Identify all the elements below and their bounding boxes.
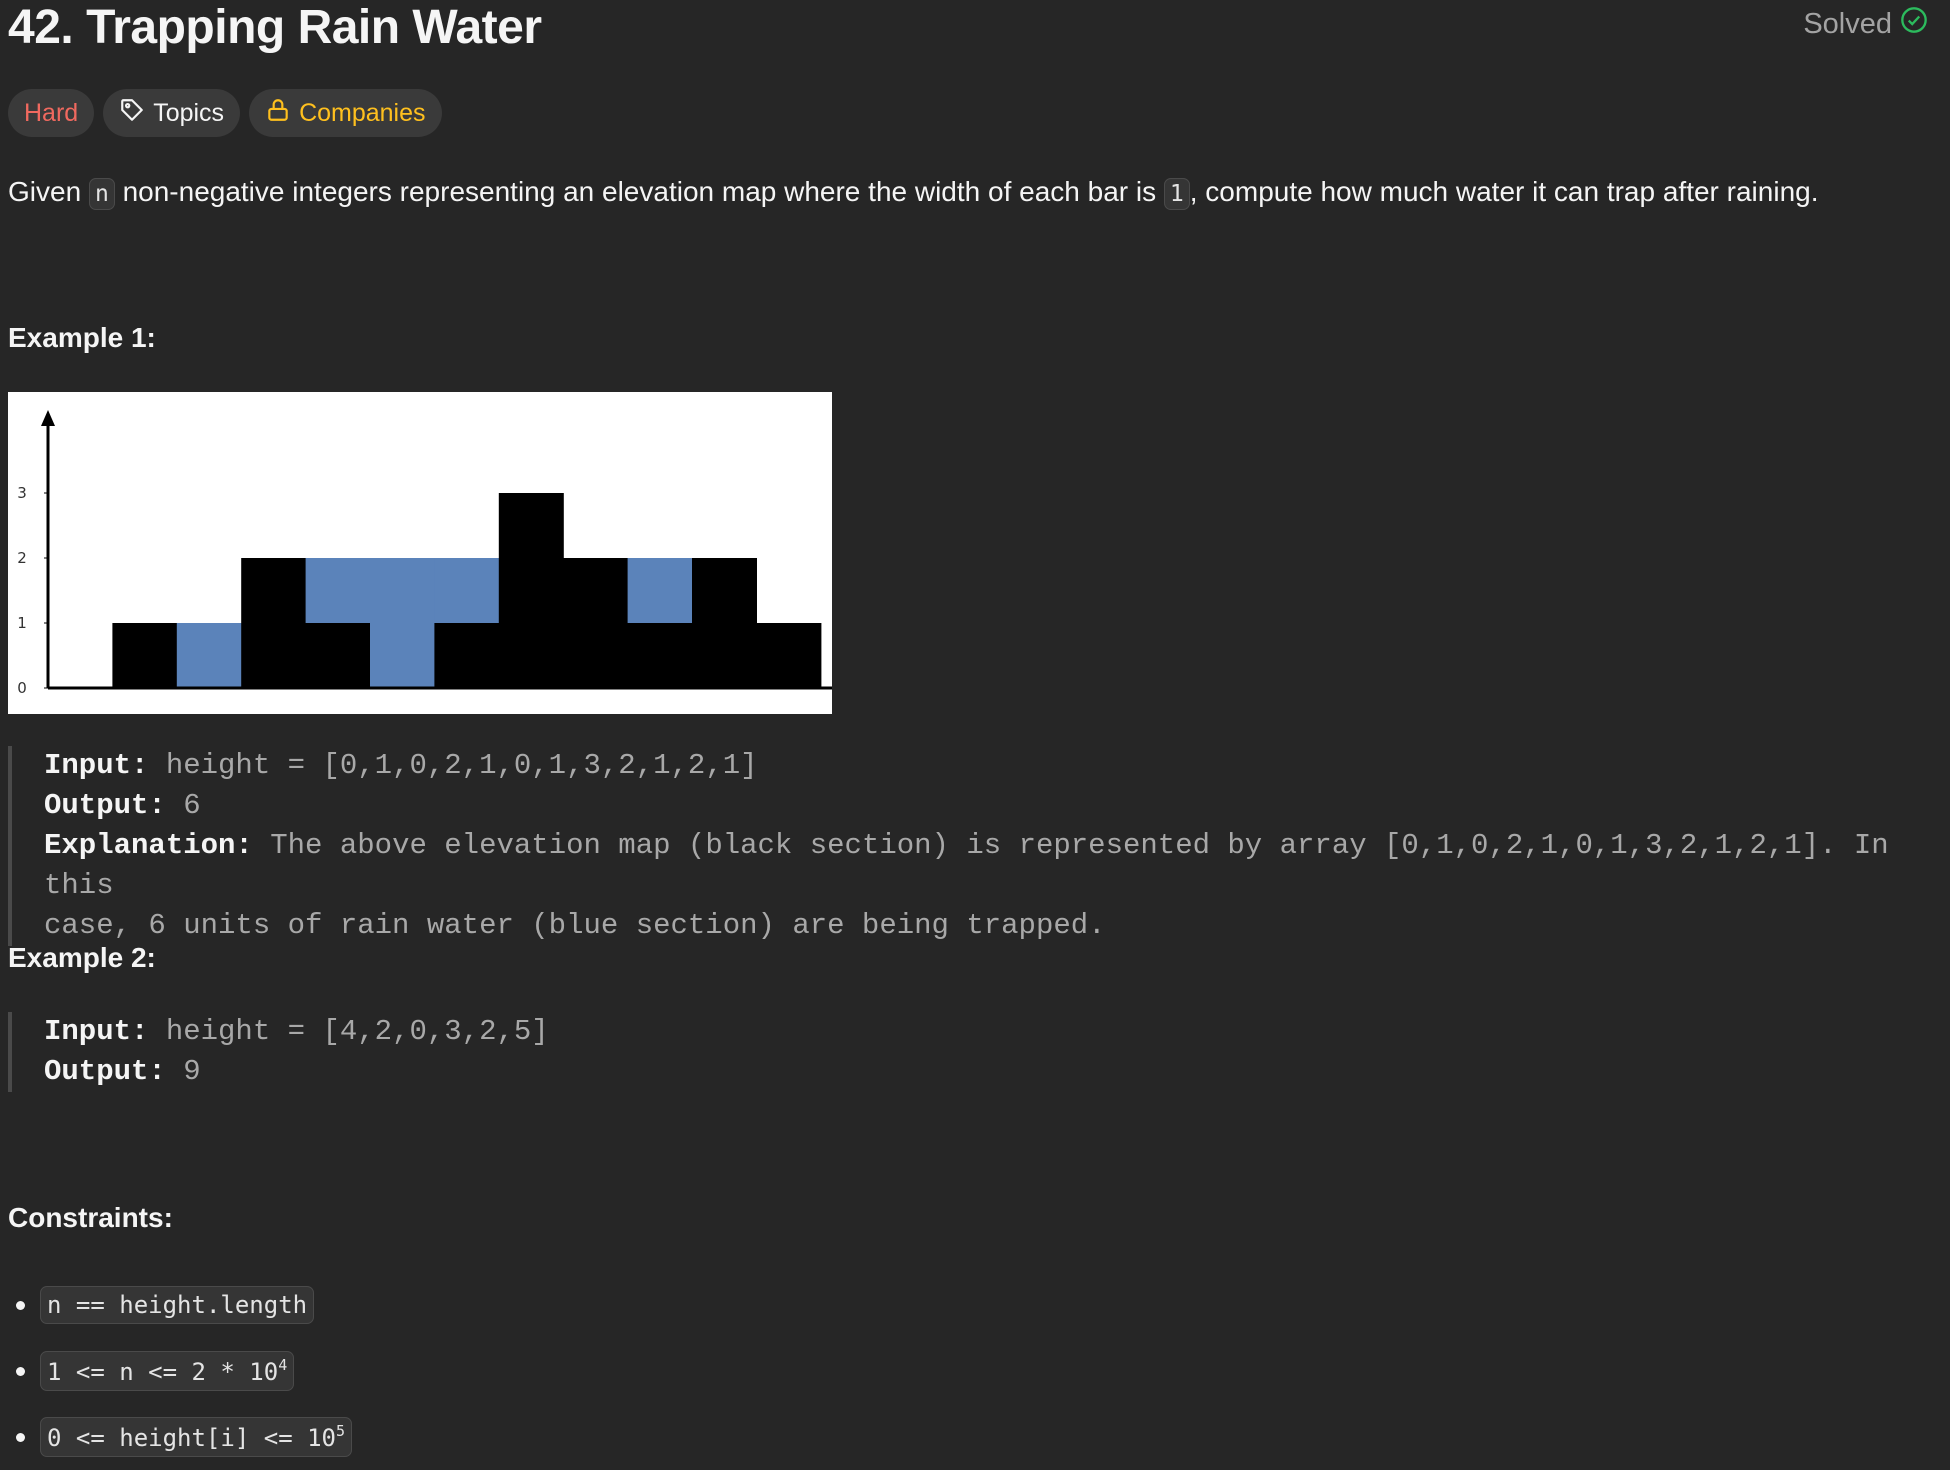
topics-button[interactable]: Topics	[103, 89, 241, 137]
desc-text-1: Given	[8, 176, 89, 207]
topics-label: Topics	[153, 98, 225, 127]
input-label: Input:	[44, 749, 149, 782]
input-label: Input:	[44, 1015, 149, 1048]
desc-text-2: non-negative integers representing an el…	[114, 176, 1164, 207]
elevation-bar	[756, 623, 822, 688]
elevation-bar	[627, 623, 693, 688]
constraint-1: n == height.length	[40, 1286, 315, 1324]
example-2-heading: Example 2:	[8, 942, 156, 973]
water-bar	[176, 623, 242, 688]
constraint-3-base: 0 <= height[i] <= 10	[47, 1424, 336, 1452]
constraints-list: n == height.length 1 <= n <= 2 * 104 0 <…	[8, 1272, 353, 1470]
inline-code-n: n	[88, 178, 115, 210]
desc-text-3: , compute how much water it can trap aft…	[1189, 176, 1819, 207]
elevation-bar	[692, 558, 757, 688]
example-1-output: Output: 6	[44, 786, 1938, 826]
inline-code-1: 1	[1163, 178, 1190, 210]
example-2-input: Input: height = [4,2,0,3,2,5]	[44, 1012, 808, 1052]
constraint-3: 0 <= height[i] <= 105	[40, 1417, 353, 1457]
output-label: Output:	[44, 789, 166, 822]
constraint-2-base: 1 <= n <= 2 * 10	[47, 1358, 279, 1386]
example-1-block: Input: height = [0,1,0,2,1,0,1,3,2,1,2,1…	[8, 746, 1938, 946]
difficulty-badge[interactable]: Hard	[8, 89, 95, 137]
constraint-item: 0 <= height[i] <= 105	[8, 1404, 353, 1470]
elevation-bar	[241, 558, 307, 688]
constraints-heading: Constraints:	[8, 1202, 173, 1233]
example-1-input: Input: height = [0,1,0,2,1,0,1,3,2,1,2,1…	[44, 746, 1938, 786]
example-1-explanation: Explanation: The above elevation map (bl…	[44, 826, 1938, 906]
solved-status: Solved	[1803, 6, 1928, 42]
companies-button[interactable]: Companies	[249, 89, 442, 137]
example-2-block: Input: height = [4,2,0,3,2,5] Output: 9	[8, 1012, 808, 1092]
example-1-explanation-cont: case, 6 units of rain water (blue sectio…	[44, 906, 1938, 946]
input-value: height = [4,2,0,3,2,5]	[148, 1015, 549, 1048]
lock-icon	[265, 97, 291, 130]
elevation-map-chart: 0 1 2 3	[8, 392, 832, 714]
explanation-line-1: The above elevation map (black section) …	[44, 829, 1889, 902]
example-1-heading: Example 1:	[8, 322, 156, 353]
explanation-label: Explanation:	[44, 829, 253, 862]
water-bar	[370, 558, 435, 688]
elevation-bar	[112, 623, 178, 688]
constraint-item: n == height.length	[8, 1272, 352, 1338]
constraint-2: 1 <= n <= 2 * 104	[40, 1351, 295, 1391]
constraint-2-exp: 4	[278, 1356, 288, 1374]
input-value: height = [0,1,0,2,1,0,1,3,2,1,2,1]	[148, 749, 758, 782]
problem-title: 42. Trapping Rain Water	[8, 1, 542, 54]
check-circle-icon	[1900, 6, 1928, 42]
example-2-output: Output: 9	[44, 1052, 808, 1092]
elevation-bar	[305, 623, 371, 688]
y-tick-label: 1	[17, 614, 27, 632]
output-value: 9	[165, 1055, 201, 1088]
y-tick-label: 2	[17, 549, 27, 567]
constraint-3-exp: 5	[335, 1422, 346, 1440]
y-tick-label: 3	[17, 484, 27, 502]
water-bar	[434, 558, 500, 623]
output-label: Output:	[44, 1055, 166, 1088]
solved-label: Solved	[1803, 7, 1892, 40]
elevation-map-svg: 0 1 2 3	[17, 410, 832, 697]
y-tick-label: 0	[17, 679, 27, 697]
water-bar	[305, 558, 371, 623]
output-value: 6	[165, 789, 201, 822]
constraint-item: 1 <= n <= 2 * 104	[8, 1338, 352, 1404]
elevation-bar	[563, 558, 629, 688]
problem-tags: Hard Topics Companies	[8, 89, 442, 137]
y-axis-arrow	[41, 410, 55, 426]
elevation-bar	[434, 623, 500, 688]
difficulty-label: Hard	[24, 98, 79, 127]
problem-description: Given n non-negative integers representi…	[8, 172, 1928, 214]
tag-icon	[119, 97, 145, 130]
water-bar	[627, 558, 693, 623]
elevation-bar	[498, 493, 564, 688]
companies-label: Companies	[299, 98, 426, 127]
explanation-line-2: case, 6 units of rain water (blue sectio…	[44, 909, 1106, 942]
